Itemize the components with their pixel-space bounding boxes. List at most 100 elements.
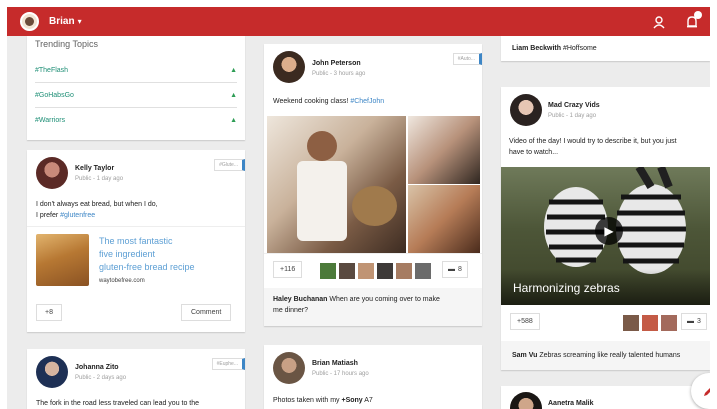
avatar[interactable]	[623, 315, 639, 331]
post-meta: Public - 3 hours ago	[312, 71, 366, 77]
comment-count: 8	[458, 266, 462, 273]
comment-line[interactable]: #Hoffsome	[563, 45, 597, 52]
comment-button[interactable]: Comment	[181, 304, 232, 321]
trending-topic-label[interactable]: #TheFlash	[35, 67, 68, 74]
comment-line: me dinner?	[273, 307, 309, 314]
author-name[interactable]: John Peterson	[312, 60, 361, 67]
avatar[interactable]	[642, 315, 658, 331]
link-thumbnail[interactable]	[36, 234, 89, 286]
post-text: Weekend cooking class! #ChefJohn	[273, 96, 384, 107]
play-icon[interactable]: ▶	[595, 217, 623, 245]
avatar[interactable]	[339, 263, 355, 279]
post-text: Video of the day! I would try to describ…	[509, 136, 677, 158]
plus-one-button[interactable]: +588	[510, 313, 540, 330]
post-text-line: Photos taken with my	[273, 397, 342, 404]
comments-button[interactable]: ▬ 3	[681, 313, 707, 330]
avatar[interactable]	[661, 315, 677, 331]
post-text-line: have to watch...	[509, 149, 559, 156]
plus-one-button[interactable]: +116	[273, 261, 303, 278]
post-text: Photos taken with my +Sony A7	[273, 395, 373, 406]
photo-main[interactable]	[267, 116, 406, 253]
trending-card: Trending Topics #TheFlash ▲ #GoHabsGo ▲ …	[27, 36, 245, 140]
author-name[interactable]: Mad Crazy Vids	[548, 102, 600, 109]
post-text-line: A7	[362, 397, 373, 404]
photo-top-right[interactable]	[408, 116, 480, 184]
avatar[interactable]	[415, 263, 431, 279]
avatar[interactable]	[273, 352, 305, 384]
mention-link[interactable]: +Sony	[341, 397, 362, 404]
commenter-name[interactable]: Sam Vu	[512, 352, 537, 359]
divider	[27, 226, 245, 227]
post-card-johanna: Johanna Zito Public - 2 days ago #Euphe.…	[27, 349, 245, 409]
divider	[264, 253, 482, 254]
avatar[interactable]	[377, 263, 393, 279]
post-card-kelly: Kelly Taylor Public - 1 day ago #Glute..…	[27, 150, 245, 332]
comment-card-liam: Liam Beckwith #Hoffsome	[501, 36, 710, 61]
avatar[interactable]	[358, 263, 374, 279]
avatar[interactable]	[510, 94, 542, 126]
post-text-line: I don't always eat bread, but when I do,	[36, 201, 158, 208]
person-circle-icon[interactable]	[650, 13, 667, 30]
trending-item[interactable]: #GoHabsGo ▲	[35, 83, 237, 108]
hashtag-badge[interactable]: #Euphe...	[211, 358, 245, 370]
pencil-icon	[704, 388, 710, 396]
comment-text: Haley Buchanan When are you coming over …	[273, 294, 440, 316]
trending-item[interactable]: #Warriors ▲	[35, 108, 237, 133]
avatar[interactable]	[396, 263, 412, 279]
post-meta: Public - 1 day ago	[75, 176, 124, 182]
bell-icon[interactable]	[683, 11, 702, 30]
post-meta: Public - 17 hours ago	[312, 371, 369, 377]
post-text: I don't always eat bread, but when I do,…	[36, 199, 158, 221]
avatar[interactable]	[36, 157, 68, 189]
author-name[interactable]: Johanna Zito	[75, 364, 119, 371]
link-title-line[interactable]: The most fantastic	[99, 235, 195, 248]
hashtag-link[interactable]: #ChefJohn	[350, 98, 384, 105]
trending-topic-label[interactable]: #Warriors	[35, 117, 65, 124]
username[interactable]: Brian	[49, 16, 75, 27]
arrow-up-icon: ▲	[230, 66, 237, 74]
comments-button[interactable]: ▬ 8	[442, 261, 468, 278]
hashtag-link[interactable]: #glutenfree	[60, 212, 95, 219]
user-avatar[interactable]	[20, 12, 39, 31]
avatar[interactable]	[273, 51, 305, 83]
arrow-up-icon: ▲	[230, 91, 237, 99]
notification-badge	[694, 11, 702, 19]
top-bar: Brian ▾	[7, 7, 710, 36]
post-meta: Public - 2 days ago	[75, 375, 127, 381]
author-name[interactable]: Aanetra Malik	[548, 400, 594, 407]
commenter-name[interactable]: Liam Beckwith	[512, 45, 561, 52]
hashtag-badge[interactable]: #Auto...	[452, 53, 482, 65]
video-title[interactable]: Harmonizing zebras	[513, 281, 620, 295]
link-domain: waytobefree.com	[99, 278, 145, 284]
comment-preview: Haley Buchanan When are you coming over …	[264, 288, 482, 326]
post-card-john: John Peterson Public - 3 hours ago #Auto…	[264, 44, 482, 326]
avatar[interactable]	[36, 356, 68, 388]
trending-item[interactable]: #TheFlash ▲	[35, 58, 237, 83]
post-text-line: Weekend cooking class!	[273, 98, 351, 105]
post-card-brian: Brian Matiash Public - 17 hours ago Phot…	[264, 345, 482, 409]
chevron-down-icon[interactable]: ▾	[78, 17, 82, 26]
trending-topic-label[interactable]: #GoHabsGo	[35, 92, 74, 99]
photo-bottom-right[interactable]	[408, 185, 480, 253]
post-card-aanetra: Aanetra Malik	[501, 386, 710, 409]
photo-apron	[297, 161, 347, 241]
avatar[interactable]	[320, 263, 336, 279]
comment-text: Sam Vu Zebras screaming like really tale…	[512, 350, 680, 361]
link-title-line[interactable]: five ingredient	[99, 248, 195, 261]
post-text-line: I prefer	[36, 212, 61, 219]
post-text-line: Video of the day! I would try to describ…	[509, 138, 677, 145]
photo-figure	[307, 131, 337, 161]
author-name[interactable]: Brian Matiash	[312, 360, 358, 367]
link-title-line[interactable]: gluten-free bread recipe	[99, 261, 195, 274]
commenter-name[interactable]: Haley Buchanan	[273, 296, 327, 303]
avatar[interactable]	[510, 392, 542, 409]
comment-preview: Sam Vu Zebras screaming like really tale…	[501, 341, 710, 370]
comment-text: Liam Beckwith #Hoffsome	[512, 43, 597, 54]
video-thumbnail[interactable]: ▶ Harmonizing zebras	[501, 167, 710, 305]
comment-line: Zebras screaming like really talented hu…	[539, 352, 681, 359]
post-card-mad: Mad Crazy Vids Public - 1 day ago Video …	[501, 87, 710, 370]
hashtag-badge[interactable]: #Glute...	[214, 159, 245, 171]
author-name[interactable]: Kelly Taylor	[75, 165, 114, 172]
link-title[interactable]: The most fantastic five ingredient glute…	[99, 235, 195, 274]
plus-one-button[interactable]: +8	[36, 304, 62, 321]
